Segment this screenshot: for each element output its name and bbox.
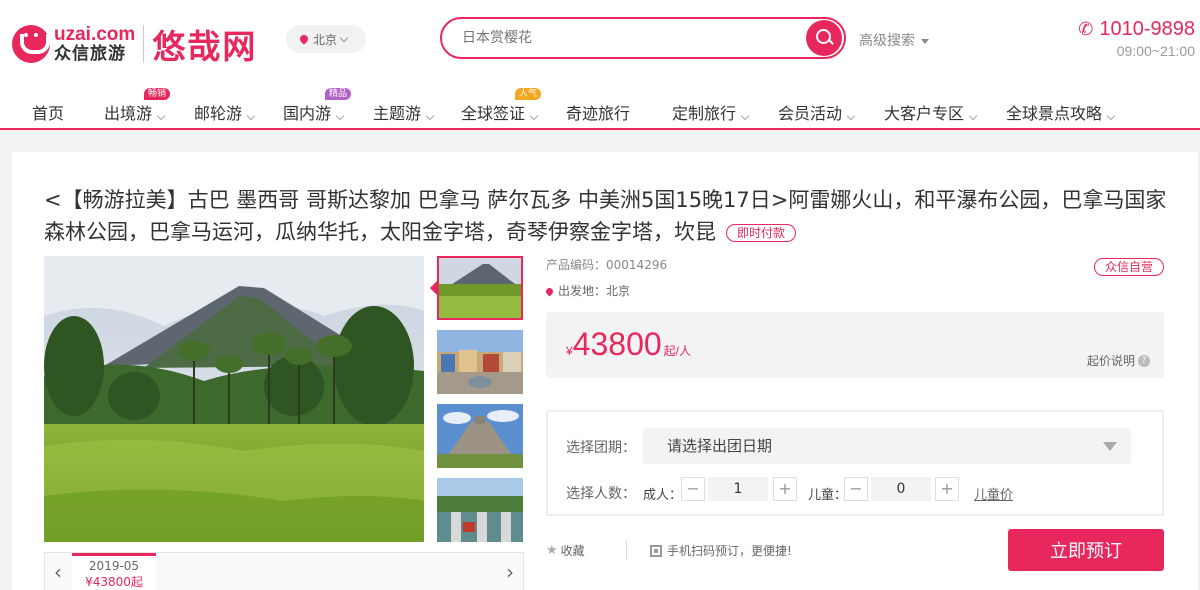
caret-down-icon: [921, 38, 929, 44]
main-nav: 首页 畅销 出境游 邮轮游 精品 国内游 主题游 人气 全球签证 奇迹旅行 定制…: [0, 86, 1200, 130]
child-minus-button[interactable]: −: [844, 477, 868, 501]
location-pin-icon: [544, 286, 555, 297]
instant-pay-tag: 即时付款: [726, 224, 797, 242]
thumbnail-pyramid[interactable]: [437, 404, 523, 468]
departure-city: 出发地：北京: [544, 282, 630, 299]
dropdown-triangle-icon: [1103, 442, 1117, 451]
strip-prev-button[interactable]: ‹: [45, 553, 71, 590]
chevron-down-icon: [425, 111, 435, 121]
adult-count[interactable]: 1: [708, 477, 768, 501]
chevron-down-icon: [1106, 111, 1116, 121]
chevron-down-icon: [339, 33, 349, 42]
chevron-down-icon: [846, 111, 856, 121]
chevron-left-icon: ‹: [54, 560, 62, 584]
badge-hot: 畅销: [144, 88, 171, 100]
smile-logo-icon: [12, 25, 50, 63]
child-count[interactable]: 0: [871, 477, 931, 501]
site-header: uzai.com 众信旅游 悠哉网 北京 高级搜索 ✆ 1010-9898 09…: [0, 0, 1200, 86]
chevron-down-icon: [246, 111, 256, 121]
logo-domain: uzai.com: [54, 24, 136, 45]
adult-plus-button[interactable]: +: [773, 477, 797, 501]
date-strip: ‹ 2019-05 ¥43800起 ›: [44, 552, 524, 590]
volcano-photo: [44, 256, 424, 542]
booking-options: 选择团期： 请选择出团日期 选择人数： 成人： − 1 + 儿童： − 0 + …: [546, 410, 1164, 516]
search-input[interactable]: [462, 19, 802, 57]
price-box: ¥43800 起/人 起价说明?: [546, 312, 1164, 378]
city-selector[interactable]: 北京: [286, 25, 366, 53]
date-cell-month: 2019-05: [88, 559, 140, 573]
service-hours: 09:00~21:00: [1116, 43, 1195, 59]
date-cell-price: ¥43800起: [85, 575, 143, 589]
product-card: <【畅游拉美】古巴 墨西哥 哥斯达黎加 巴拿马 萨尔瓦多 中美洲5国15晚17日…: [12, 152, 1198, 590]
chevron-down-icon: [740, 111, 750, 121]
nav-item-domestic[interactable]: 精品 国内游: [283, 88, 352, 124]
nav-item-visa[interactable]: 人气 全球签证: [461, 88, 542, 124]
adult-label: 成人：: [643, 488, 683, 503]
price-note-link[interactable]: 起价说明?: [1087, 352, 1150, 369]
price-value: 43800: [572, 326, 662, 362]
thumbnail-canal[interactable]: [437, 478, 523, 542]
badge-fine: 精品: [325, 88, 352, 100]
thumbnail-list: [437, 256, 523, 552]
departure-date-select[interactable]: 请选择出团日期: [643, 428, 1131, 464]
date-cell[interactable]: 2019-05 ¥43800起: [72, 553, 156, 590]
qr-booking[interactable]: 手机扫码预订，更便捷!: [650, 542, 792, 559]
badge-popular: 人气: [515, 88, 542, 100]
chevron-down-icon: [335, 111, 345, 121]
nav-item-attractions[interactable]: 全球景点攻略: [1006, 100, 1116, 124]
price: ¥43800 起/人: [566, 326, 692, 362]
question-icon: ?: [1138, 354, 1150, 367]
chevron-right-icon: ›: [506, 560, 514, 584]
book-now-button[interactable]: 立即预订: [1008, 529, 1164, 571]
strip-next-button[interactable]: ›: [497, 553, 523, 590]
hotline: ✆ 1010-9898 09:00~21:00: [1078, 18, 1195, 59]
child-label: 儿童：: [808, 488, 848, 503]
divider: [626, 540, 627, 560]
site-logo[interactable]: uzai.com 众信旅游 悠哉网: [12, 20, 257, 68]
search-button[interactable]: [806, 20, 842, 56]
nav-item-theme[interactable]: 主题游: [373, 100, 435, 124]
search-bar: [440, 17, 846, 59]
logo-divider: [143, 25, 145, 63]
phone-icon: ✆: [1078, 19, 1094, 39]
logo-company: 众信旅游: [54, 44, 126, 64]
qr-code-icon: [650, 544, 662, 557]
advanced-search-link[interactable]: 高级搜索: [859, 30, 929, 50]
star-icon: ★: [546, 543, 558, 558]
location-pin-icon: [298, 33, 310, 45]
chevron-down-icon: [968, 111, 978, 121]
thumbnail-volcano[interactable]: [437, 256, 523, 320]
chevron-down-icon: [156, 111, 166, 121]
select-date-label: 选择团期：: [566, 440, 636, 456]
city-label: 北京: [313, 32, 338, 47]
nav-item-home[interactable]: 首页: [32, 100, 64, 124]
child-plus-button[interactable]: +: [935, 477, 959, 501]
thumbnail-plaza[interactable]: [437, 330, 523, 394]
nav-item-corporate[interactable]: 大客户专区: [884, 100, 978, 124]
main-photo[interactable]: [44, 256, 424, 542]
nav-item-miracle-travel[interactable]: 奇迹旅行: [566, 100, 630, 124]
logo-brand: 悠哉网: [152, 27, 258, 66]
adult-minus-button[interactable]: −: [681, 477, 705, 501]
nav-item-outbound[interactable]: 畅销 出境游: [104, 88, 171, 124]
phone-number: 1010-9898: [1099, 18, 1195, 40]
child-price-link[interactable]: 儿童价: [974, 484, 1013, 503]
chevron-down-icon: [529, 111, 539, 121]
self-operated-tag: 众信自营: [1093, 258, 1164, 276]
favorite-button[interactable]: ★ 收藏: [546, 542, 585, 559]
nav-item-member[interactable]: 会员活动: [778, 100, 856, 124]
product-title: <【畅游拉美】古巴 墨西哥 哥斯达黎加 巴拿马 萨尔瓦多 中美洲5国15晚17日…: [44, 188, 1167, 244]
select-pax-label: 选择人数：: [566, 486, 636, 502]
nav-item-custom[interactable]: 定制旅行: [672, 100, 750, 124]
product-code: 产品编码：00014296: [546, 258, 668, 272]
nav-item-cruise[interactable]: 邮轮游: [194, 100, 256, 124]
